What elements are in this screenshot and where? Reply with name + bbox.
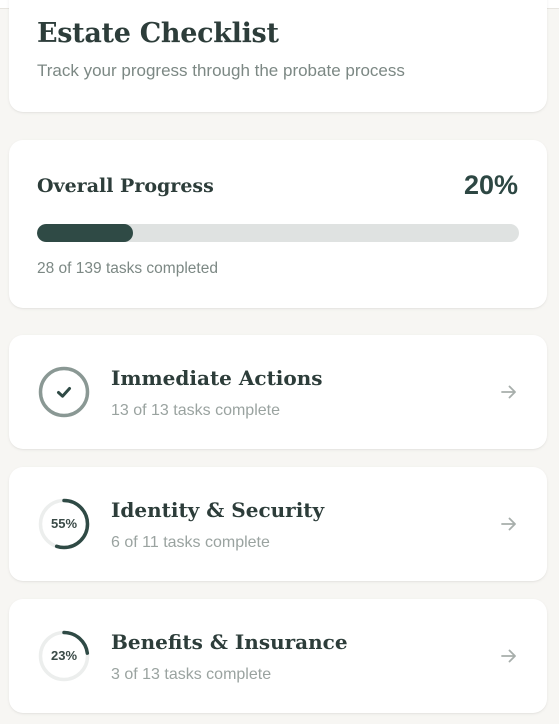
progress-ring: 23% [38,630,90,682]
check-icon [52,380,76,404]
category-subtitle: 6 of 11 tasks complete [111,534,270,551]
category-subtitle: 3 of 13 tasks complete [111,666,272,683]
category-card-benefits-insurance[interactable]: 23% Benefits & Insurance 3 of 13 tasks c… [9,599,547,713]
overall-progress-card: Overall Progress 20% 28 of 139 tasks com… [9,140,547,308]
progress-bar-fill [37,224,134,242]
category-title: Immediate Actions [111,366,323,390]
progress-ring [38,366,90,418]
progress-ring-label: 23% [50,648,78,663]
category-card-identity-security[interactable]: 55% Identity & Security 6 of 11 tasks co… [9,467,547,581]
progress-ring-label: 55% [50,516,78,531]
arrow-right-icon [501,649,516,663]
arrow-right-icon [501,385,516,399]
progress-percent: 20% [463,170,518,200]
category-card-immediate-actions[interactable]: Immediate Actions 13 of 13 tasks complet… [9,335,547,449]
progress-caption: 28 of 139 tasks completed [37,260,218,277]
progress-ring: 55% [38,498,90,550]
progress-title: Overall Progress [37,175,214,197]
page-title: Estate Checklist [37,18,279,49]
category-title: Benefits & Insurance [111,630,348,654]
header-card: Estate Checklist Track your progress thr… [9,0,547,112]
category-title: Identity & Security [111,498,325,522]
page-subtitle: Track your progress through the probate … [37,61,405,80]
category-subtitle: 13 of 13 tasks complete [111,402,280,419]
progress-ring-graphic [38,366,90,418]
progress-bar [37,224,519,242]
arrow-right-icon [501,517,516,531]
